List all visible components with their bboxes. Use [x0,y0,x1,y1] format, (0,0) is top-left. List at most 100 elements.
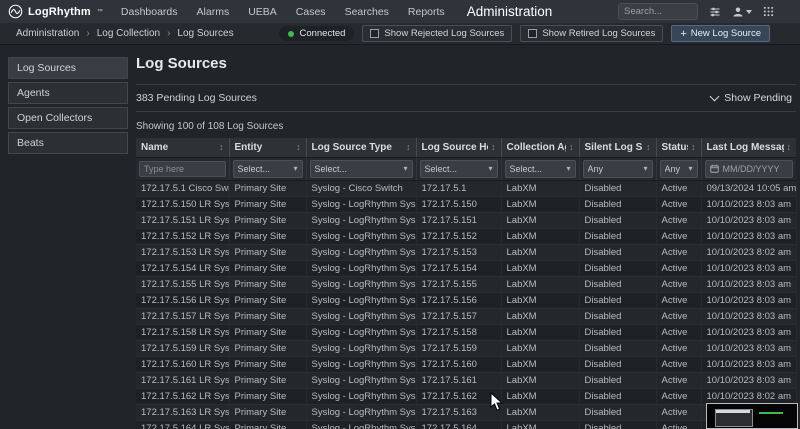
table-cell: LabXM [501,388,579,404]
table-cell: 172.17.5.152 [416,228,501,244]
table-row[interactable]: 172.17.5.155 LR Sysl...Primary SiteSyslo… [136,276,796,292]
show-retired-checkbox[interactable]: Show Retired Log Sources [520,25,663,42]
table-cell: Syslog - LogRhythm Syslog Ge... [306,420,416,429]
select-value: Select... [510,164,543,174]
nav-item-alarms[interactable]: Alarms [197,6,230,18]
screen-preview-overlay[interactable] [706,403,798,429]
sidebar-item-agents[interactable]: Agents [8,82,128,104]
sliders-icon[interactable] [709,6,721,18]
table-cell: LabXM [501,196,579,212]
table-row[interactable]: 172.17.5.163 LR Sysl...Primary SiteSyslo… [136,404,796,420]
sort-icon: ↕ [406,142,411,152]
show-rejected-checkbox[interactable]: Show Rejected Log Sources [362,25,512,42]
table-cell: 10/10/2023 8:02 am [701,388,796,404]
table-cell: Syslog - LogRhythm Syslog Ge... [306,292,416,308]
table-cell: Primary Site [229,180,306,196]
table-cell: LabXM [501,276,579,292]
global-search-input[interactable] [618,3,698,20]
log-source-host-filter-select[interactable]: Select... ▾ [420,160,498,178]
sort-icon: ↕ [691,142,696,152]
col-header-silent-log-source[interactable]: Silent Log S...↕ [579,138,656,157]
table-cell: Primary Site [229,212,306,228]
table-cell: Syslog - LogRhythm Syslog Ge... [306,388,416,404]
col-header-collection-agent[interactable]: Collection Agent↕ [501,138,579,157]
table-row[interactable]: 172.17.5.164 LR Sysl...Primary SiteSyslo… [136,420,796,429]
table-cell: Syslog - LogRhythm Syslog Ge... [306,372,416,388]
table-cell: Primary Site [229,372,306,388]
nav-item-ueba[interactable]: UEBA [248,6,277,18]
sidebar-item-log-sources[interactable]: Log Sources [8,57,128,79]
col-header-log-source-host[interactable]: Log Source Host↕ [416,138,501,157]
col-label: Log Source Host [422,142,489,153]
user-icon [732,6,744,18]
show-pending-label: Show Pending [724,92,792,104]
nav-item-dashboards[interactable]: Dashboards [121,6,178,18]
table-cell: Disabled [579,244,656,260]
table-header-row: Name↕ Entity↕ Log Source Type↕ Log Sourc… [136,138,796,157]
breadcrumb-administration[interactable]: Administration [16,28,79,39]
sort-icon: ↕ [296,142,301,152]
app-grid-icon[interactable] [763,6,774,17]
col-header-status[interactable]: Status↕ [656,138,701,157]
table-row[interactable]: 172.17.5.154 LR Sysl...Primary SiteSyslo… [136,260,796,276]
new-log-source-label: New Log Source [691,28,761,39]
caret-down-icon: ▾ [488,164,492,173]
date-filter-input[interactable]: MM/DD/YYYY [705,160,794,178]
table-cell: 10/10/2023 8:03 am [701,356,796,372]
table-row[interactable]: 172.17.5.159 LR Sysl...Primary SiteSyslo… [136,340,796,356]
table-cell: Active [656,356,701,372]
nav-item-searches[interactable]: Searches [345,6,389,18]
table-cell: Syslog - LogRhythm Syslog Ge... [306,404,416,420]
table-cell: 172.17.5.151 LR Sysl... [136,212,229,228]
table-cell: LabXM [501,308,579,324]
table-cell: 172.17.5.153 LR Sysl... [136,244,229,260]
nav-item-cases[interactable]: Cases [296,6,326,18]
sort-icon: ↕ [787,142,792,152]
sidebar-item-open-collectors[interactable]: Open Collectors [8,107,128,129]
nav-item-reports[interactable]: Reports [408,6,445,18]
silent-log-source-filter-select[interactable]: Any ▾ [583,160,653,178]
col-header-log-source-type[interactable]: Log Source Type↕ [306,138,416,157]
col-header-last-log-message[interactable]: Last Log Message↕ [701,138,796,157]
table-row[interactable]: 172.17.5.157 LR Sysl...Primary SiteSyslo… [136,308,796,324]
nav-item-administration[interactable]: Administration [467,4,553,19]
table-cell: 172.17.5.160 LR Sysl... [136,356,229,372]
table-row[interactable]: 172.17.5.160 LR Sysl...Primary SiteSyslo… [136,356,796,372]
breadcrumb-log-sources[interactable]: Log Sources [177,28,233,39]
table-row[interactable]: 172.17.5.162 LR Sysl...Primary SiteSyslo… [136,388,796,404]
log-source-type-filter-select[interactable]: Select... ▾ [310,160,413,178]
table-row[interactable]: 172.17.5.1 Cisco Swit...Primary SiteSysl… [136,180,796,196]
table-cell: 10/10/2023 8:03 am [701,292,796,308]
table-row[interactable]: 172.17.5.156 LR Sysl...Primary SiteSyslo… [136,292,796,308]
col-header-name[interactable]: Name↕ [136,138,229,157]
sidebar-item-beats[interactable]: Beats [8,132,128,154]
table-cell: 172.17.5.154 [416,260,501,276]
status-filter-select[interactable]: Any ▾ [660,160,698,178]
col-label: Status [662,142,689,153]
table-row[interactable]: 172.17.5.161 LR Sysl...Primary SiteSyslo… [136,372,796,388]
user-menu[interactable] [732,6,752,18]
pip-terminal-line [759,412,783,414]
table-cell: LabXM [501,356,579,372]
col-header-entity[interactable]: Entity↕ [229,138,306,157]
breadcrumb-log-collection[interactable]: Log Collection [97,28,160,39]
table-cell: Primary Site [229,260,306,276]
collection-agent-filter-select[interactable]: Select... ▾ [505,160,576,178]
table-cell: 09/13/2024 10:05 am [701,180,796,196]
table-row[interactable]: 172.17.5.150 LR Sysl...Primary SiteSyslo… [136,196,796,212]
name-filter-input[interactable] [139,161,226,177]
entity-filter-select[interactable]: Select... ▾ [233,160,303,178]
sort-icon: ↕ [646,142,651,152]
table-row[interactable]: 172.17.5.151 LR Sysl...Primary SiteSyslo… [136,212,796,228]
select-value: Any [588,164,604,174]
table-row[interactable]: 172.17.5.153 LR Sysl...Primary SiteSyslo… [136,244,796,260]
app-window: LogRhythm ™ Dashboards Alarms UEBA Cases… [0,0,800,429]
table-row[interactable]: 172.17.5.152 LR Sysl...Primary SiteSyslo… [136,228,796,244]
table-row[interactable]: 172.17.5.158 LR Sysl...Primary SiteSyslo… [136,324,796,340]
table-cell: 172.17.5.153 [416,244,501,260]
logrhythm-brand[interactable]: LogRhythm ™ [8,4,103,19]
show-pending-toggle[interactable]: Show Pending [707,92,796,104]
new-log-source-button[interactable]: + New Log Source [671,25,770,42]
calendar-icon [710,164,719,173]
top-navbar: LogRhythm ™ Dashboards Alarms UEBA Cases… [0,0,800,23]
